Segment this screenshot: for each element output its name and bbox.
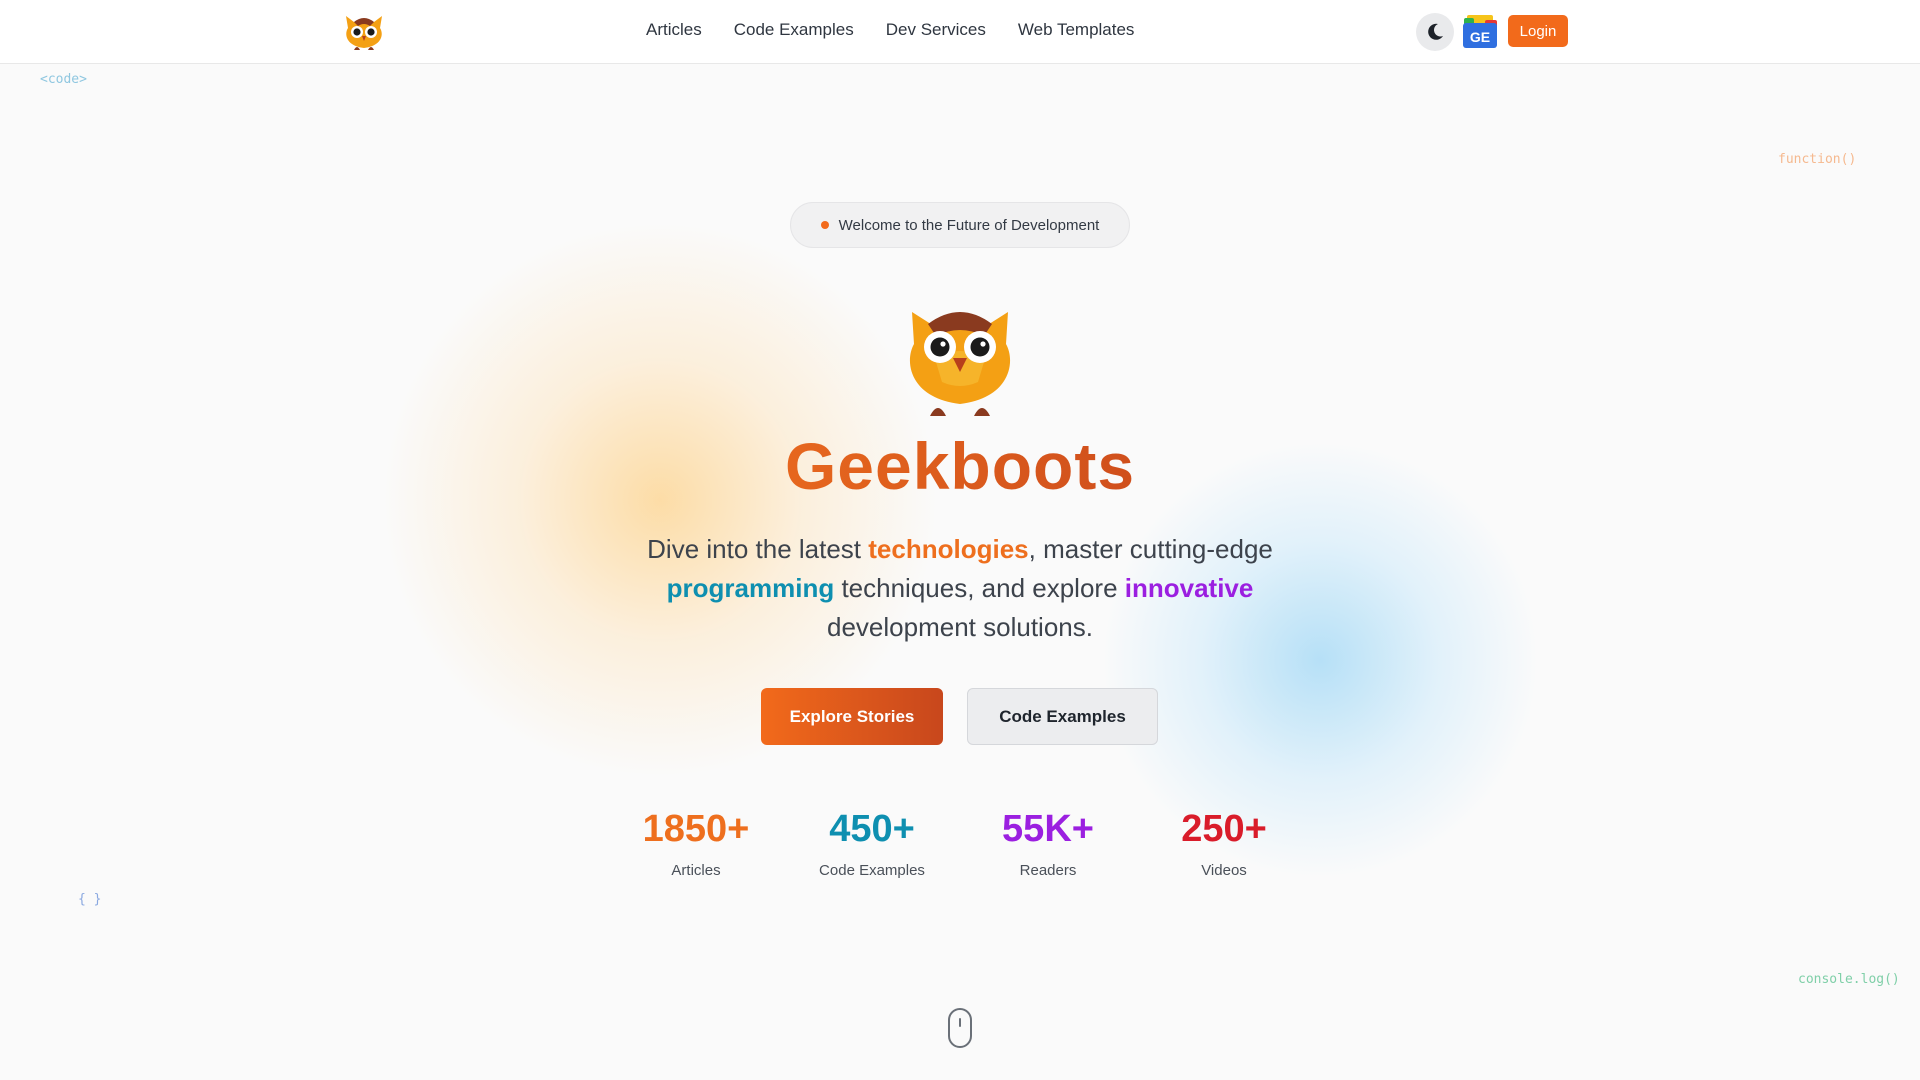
- stat-label: Articles: [671, 862, 721, 879]
- stat-value: 55K+: [1002, 808, 1094, 850]
- mouse-scroll-icon[interactable]: [948, 1008, 972, 1048]
- stat-value: 450+: [829, 808, 915, 850]
- brand-title: Geekboots: [660, 428, 1260, 504]
- tagline-part-3: techniques, and explore: [834, 573, 1125, 603]
- stat-articles: 1850+ Articles: [616, 806, 776, 879]
- site-header: Articles Code Examples Dev Services Web …: [0, 0, 1920, 64]
- stat-value: 1850+: [642, 808, 750, 850]
- tagline-part-4: development solutions.: [827, 612, 1093, 642]
- nav-articles[interactable]: Articles: [646, 20, 702, 40]
- stat-value: 250+: [1181, 808, 1267, 850]
- stat-code-examples: 450+ Code Examples: [792, 806, 952, 879]
- ge-app-icon[interactable]: GE: [1461, 14, 1499, 50]
- stat-label: Videos: [1201, 862, 1247, 879]
- theme-toggle-button[interactable]: [1416, 13, 1454, 51]
- floating-function-tag: function(): [1778, 152, 1857, 167]
- nav-code-examples[interactable]: Code Examples: [734, 20, 854, 40]
- owl-logo-icon[interactable]: [340, 10, 388, 54]
- mouse-wheel: [959, 1018, 961, 1027]
- explore-stories-button[interactable]: Explore Stories: [761, 688, 943, 745]
- nav-dev-services[interactable]: Dev Services: [886, 20, 986, 40]
- tagline-highlight-programming: programming: [666, 573, 835, 603]
- stat-label: Readers: [1019, 862, 1077, 879]
- nav-web-templates[interactable]: Web Templates: [1018, 20, 1135, 40]
- main-nav: Articles Code Examples Dev Services Web …: [646, 20, 1134, 40]
- owl-mascot-icon: [909, 312, 1011, 416]
- floating-console-tag: console.log(): [1798, 972, 1900, 987]
- moon-icon: [1428, 23, 1443, 40]
- stat-readers: 55K+ Readers: [968, 806, 1128, 879]
- tagline-highlight-innovative: innovative: [1124, 573, 1254, 603]
- welcome-pill: Welcome to the Future of Development: [790, 202, 1130, 248]
- floating-code-tag: <code>: [40, 72, 87, 87]
- login-button[interactable]: Login: [1508, 15, 1568, 47]
- ge-badge-text: GE: [1470, 29, 1490, 45]
- code-examples-button[interactable]: Code Examples: [967, 688, 1158, 745]
- tagline-part-1: Dive into the latest: [647, 534, 869, 564]
- hero-tagline: Dive into the latest technologies, maste…: [600, 530, 1320, 647]
- floating-braces-tag: { }: [78, 892, 102, 907]
- tagline-highlight-technologies: technologies: [868, 534, 1029, 564]
- stat-label: Code Examples: [819, 862, 925, 879]
- pill-text: Welcome to the Future of Development: [838, 216, 1100, 234]
- tagline-part-2: , master cutting-edge: [1028, 534, 1273, 564]
- stat-videos: 250+ Videos: [1144, 806, 1304, 879]
- pill-dot: [820, 221, 829, 229]
